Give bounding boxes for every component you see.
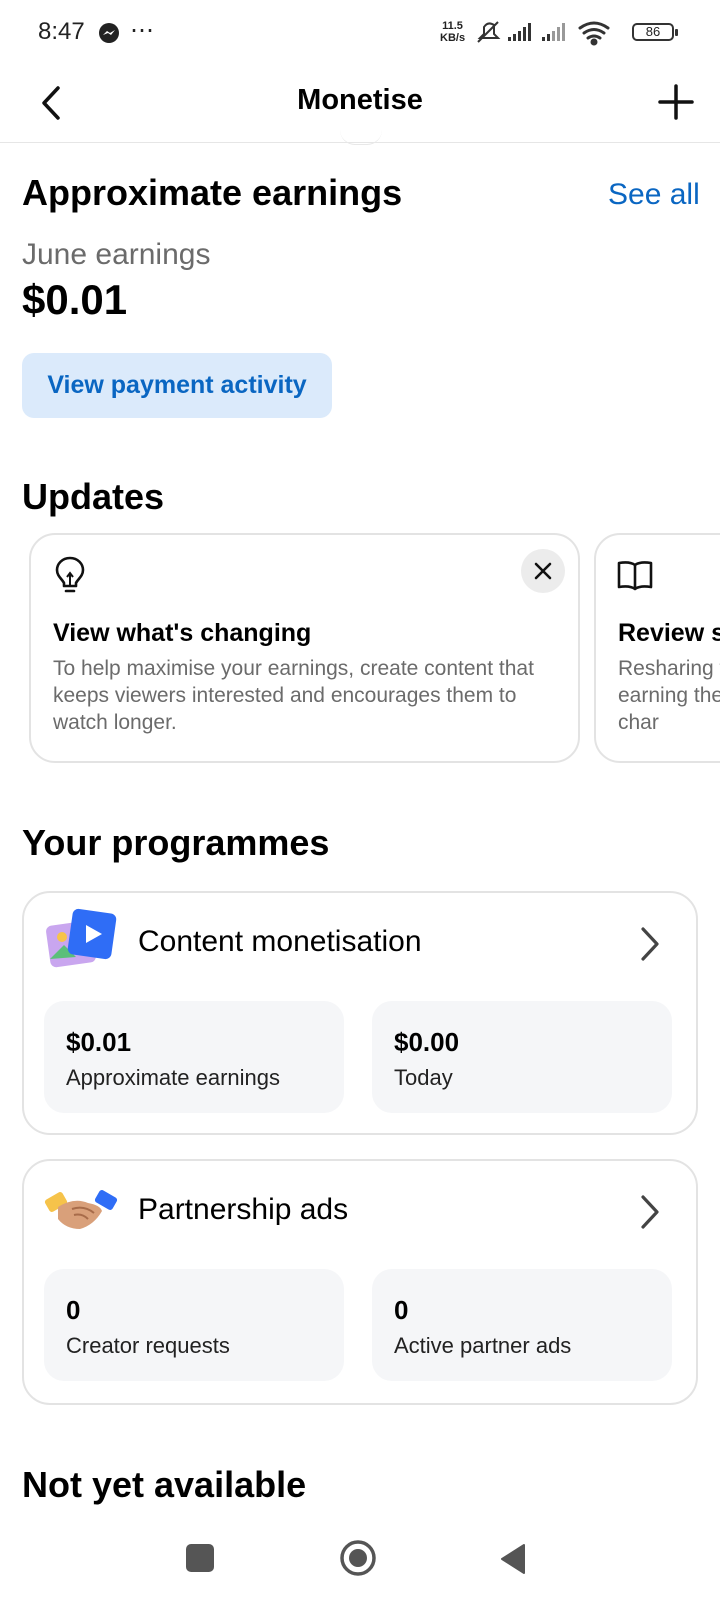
handshake-icon xyxy=(44,1190,118,1229)
stat-value: $0.01 xyxy=(66,1027,132,1057)
system-nav-bar xyxy=(0,1518,720,1600)
programme-title: Partnership ads xyxy=(138,1193,349,1226)
update-card[interactable]: Review s Resharing for earning these cha… xyxy=(594,533,720,763)
speed-unit: KB/s xyxy=(440,32,466,44)
update-card-body: Resharing for earning these char xyxy=(618,657,720,734)
stat-label: Today xyxy=(394,1065,453,1090)
chevron-right-icon[interactable] xyxy=(638,925,662,963)
update-card-body: To help maximise your earnings, create c… xyxy=(53,657,534,734)
mute-icon xyxy=(477,21,501,43)
network-speed: 11.5 KB/s xyxy=(440,20,465,44)
stat-label: Active partner ads xyxy=(394,1333,572,1358)
stat-tile: $0.01 Approximate earnings xyxy=(44,1001,344,1113)
stat-value: $0.00 xyxy=(394,1027,460,1057)
status-icons xyxy=(477,21,610,46)
lightbulb-icon xyxy=(55,556,85,593)
more-dots-icon: ⋯ xyxy=(130,17,155,44)
earnings-period-label: June earnings xyxy=(22,238,211,271)
content-monetisation-icon xyxy=(46,908,117,968)
signal-icon xyxy=(508,23,565,41)
stat-value: 0 xyxy=(394,1295,409,1325)
stat-tile: 0 Active partner ads xyxy=(372,1269,672,1381)
stat-tile: $0.00 Today xyxy=(372,1001,672,1113)
dismiss-update-button[interactable] xyxy=(521,549,565,593)
page-title: Monetise xyxy=(297,84,423,116)
stat-value: 0 xyxy=(66,1295,81,1325)
programme-title: Content monetisation xyxy=(138,925,422,958)
nav-home-icon[interactable] xyxy=(338,1538,378,1578)
update-card-title: Review s xyxy=(618,619,720,647)
stat-label: Approximate earnings xyxy=(66,1065,281,1090)
update-card[interactable]: View what's changing To help maximise yo… xyxy=(29,533,580,763)
close-icon xyxy=(534,562,552,580)
chevron-right-icon[interactable] xyxy=(638,1193,662,1231)
earnings-heading: Approximate earnings xyxy=(22,172,403,213)
plus-icon[interactable] xyxy=(656,82,696,122)
updates-heading: Updates xyxy=(22,476,165,517)
stat-tile: 0 Creator requests xyxy=(44,1269,344,1381)
nav-back-icon[interactable] xyxy=(498,1542,528,1576)
status-time: 8:47 xyxy=(38,18,85,45)
speed-value: 11.5 xyxy=(442,20,463,32)
nav-recents-icon[interactable] xyxy=(186,1544,214,1572)
programmes-heading: Your programmes xyxy=(22,822,330,863)
wifi-icon xyxy=(578,21,610,46)
earnings-amount: $0.01 xyxy=(22,276,128,323)
not-yet-available-heading: Not yet available xyxy=(22,1464,307,1505)
programme-card-partnership-ads[interactable]: Partnership ads 0 Creator requests 0 Act… xyxy=(22,1159,698,1405)
book-icon xyxy=(617,561,653,591)
update-card-title: View what's changing xyxy=(53,619,312,647)
stat-label: Creator requests xyxy=(66,1333,230,1358)
see-all-link[interactable]: See all xyxy=(608,178,700,212)
messenger-icon xyxy=(99,23,119,43)
view-payment-activity-button[interactable]: View payment activity xyxy=(22,353,332,418)
battery-icon: 86 xyxy=(632,23,678,41)
programme-card-content-monetisation[interactable]: Content monetisation $0.01 Approximate e… xyxy=(22,891,698,1135)
